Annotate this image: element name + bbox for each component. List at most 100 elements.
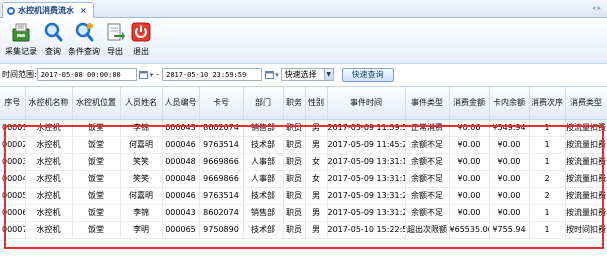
table-cell: 职员 xyxy=(283,204,306,222)
column-header[interactable]: 性别 xyxy=(305,87,328,120)
table-cell: 饭堂 xyxy=(72,136,121,154)
table-cell: 饭堂 xyxy=(72,170,121,188)
table-row[interactable]: 00003 水控机 饭堂 笑笑 000048 9669866 人事部 职员 女 … xyxy=(0,153,607,171)
table-cell: ¥0.00 xyxy=(449,204,490,222)
table-cell: 水控机 xyxy=(25,204,73,222)
table-cell: 女 xyxy=(305,170,328,188)
column-header[interactable]: 水控机名称 xyxy=(25,87,73,120)
table-cell: 人事部 xyxy=(243,153,284,171)
filter-bar: 时间范围: 2017-05-08 00:00:00 ▾ - 2017-05-10… xyxy=(0,66,607,83)
table-cell: 水控机 xyxy=(25,221,73,239)
table-cell: 按流量扣费 xyxy=(565,170,607,188)
tab-icon xyxy=(7,6,15,15)
export-button[interactable]: 导出 xyxy=(104,21,126,61)
records-table: 序号 水控机名称 水控机位置 人员姓名 人员编号 卡号 部门 职务 性别 事件时… xyxy=(0,87,607,239)
range-dash: - xyxy=(156,70,160,79)
table-row[interactable]: 00004 水控机 饭堂 笑笑 000048 9669866 人事部 职员 女 … xyxy=(0,170,607,188)
table-cell: 李明 xyxy=(120,221,163,239)
calendar-icon[interactable] xyxy=(139,69,149,80)
table-row[interactable]: 00001 水控机 饭堂 李锦 000043 8602074 销售部 职员 男 … xyxy=(0,119,607,137)
table-cell: 水控机 xyxy=(25,153,73,171)
table-cell: ¥0.06 xyxy=(449,119,490,137)
table-cell: 00001 xyxy=(0,119,26,137)
table-cell: 职员 xyxy=(283,153,306,171)
table-cell: 按流量扣费 xyxy=(565,136,607,154)
time-range-label: 时间范围: xyxy=(2,70,37,79)
table-cell: 000043 xyxy=(162,204,200,222)
table-cell: 8602074 xyxy=(199,119,244,137)
table-cell: 水控机 xyxy=(25,187,73,205)
table-cell: 技术部 xyxy=(243,136,284,154)
table-cell: ¥0.00 xyxy=(449,187,490,205)
collect-records-button[interactable]: 采集记录 xyxy=(2,21,40,61)
conditional-search-label: 条件查询 xyxy=(68,47,100,56)
column-header[interactable]: 消费次序 xyxy=(529,87,566,120)
exit-button[interactable]: 退出 xyxy=(130,21,152,61)
quick-select-dropdown[interactable]: 快速选择 xyxy=(280,68,325,81)
table-cell: ¥549.94 xyxy=(489,119,530,137)
query-button[interactable]: 查询 xyxy=(42,21,64,61)
table-cell: 饭堂 xyxy=(72,119,121,137)
chevron-down-icon[interactable]: ▾ xyxy=(275,71,279,79)
calendar-icon[interactable] xyxy=(264,69,274,80)
table-cell: 男 xyxy=(305,136,328,154)
collect-records-label: 采集记录 xyxy=(5,47,37,56)
column-header[interactable]: 水控机位置 xyxy=(72,87,121,120)
table-cell: 1 xyxy=(529,119,566,137)
table-cell: 1 xyxy=(529,204,566,222)
column-header[interactable]: 事件类型 xyxy=(405,87,450,120)
table-cell: 2017-05-09 11:45:24 xyxy=(327,136,406,154)
table-cell: 000043 xyxy=(162,119,200,137)
column-header[interactable]: 部门 xyxy=(243,87,284,120)
table-cell: ¥0.00 xyxy=(489,136,530,154)
table-cell: 000048 xyxy=(162,170,200,188)
close-icon[interactable]: × xyxy=(80,6,87,15)
table-cell: 2 xyxy=(529,187,566,205)
start-datetime-input[interactable]: 2017-05-08 00:00:00 xyxy=(36,68,137,81)
table-cell: 余额不足 xyxy=(405,136,450,154)
table-cell: 技术部 xyxy=(243,221,284,239)
table-cell: 何嘉明 xyxy=(120,187,163,205)
column-header[interactable]: 序号 xyxy=(0,87,26,120)
export-label: 导出 xyxy=(107,47,123,56)
table-cell: ¥0.00 xyxy=(489,153,530,171)
table-cell: 000046 xyxy=(162,136,200,154)
query-label: 查询 xyxy=(45,47,61,56)
table-row[interactable]: 00002 水控机 饭堂 何嘉明 000046 9763514 技术部 职员 男… xyxy=(0,136,607,154)
column-header[interactable]: 事件时间 xyxy=(327,87,406,120)
chevron-down-icon[interactable]: ▾ xyxy=(150,71,154,79)
column-header[interactable]: 人员编号 xyxy=(162,87,200,120)
table-cell: 2017-05-09 13:31:14 xyxy=(327,153,406,171)
table-cell: 余额不足 xyxy=(405,204,450,222)
table-cell: ¥0.00 xyxy=(449,153,490,171)
quick-query-button[interactable]: 快速查询 xyxy=(341,67,394,82)
column-header[interactable]: 卡内余额 xyxy=(489,87,530,120)
table-cell: 按时间扣费 xyxy=(565,221,607,239)
column-header[interactable]: 消费类型 xyxy=(565,87,607,120)
table-cell: 00005 xyxy=(0,187,26,205)
column-header[interactable]: 职务 xyxy=(283,87,306,120)
tab-scroll-arrows-icon[interactable]: ◂▸ xyxy=(592,4,603,12)
table-cell: 饭堂 xyxy=(72,187,121,205)
chevron-down-icon[interactable]: ▼ xyxy=(324,68,334,81)
table-cell: 销售部 xyxy=(243,204,284,222)
table-cell: 00006 xyxy=(0,204,26,222)
column-header[interactable]: 消费金额 xyxy=(449,87,490,120)
table-cell: 余额不足 xyxy=(405,153,450,171)
toolbar: 采集记录 查询 条件查询 导出 退出 xyxy=(0,19,607,64)
table-cell: 何嘉明 xyxy=(120,136,163,154)
table-cell: 00004 xyxy=(0,170,26,188)
table-row[interactable]: 00006 水控机 饭堂 李锦 000043 8602074 销售部 职员 男 … xyxy=(0,204,607,222)
conditional-search-button[interactable]: 条件查询 xyxy=(66,21,102,61)
table-row[interactable]: 00007 水控机 饭堂 李明 000065 9750890 技术部 职员 男 … xyxy=(0,221,607,239)
table-cell: 水控机 xyxy=(25,136,73,154)
table-cell: 按流量扣费 xyxy=(565,153,607,171)
table-row[interactable]: 00005 水控机 饭堂 何嘉明 000046 9763514 技术部 职员 男… xyxy=(0,187,607,205)
end-datetime-input[interactable]: 2017-05-10 23:59:59 xyxy=(162,68,263,81)
tab-strip: 水控机消费流水 × ◂▸ xyxy=(0,0,607,18)
table-cell: 9763514 xyxy=(199,136,244,154)
column-header[interactable]: 人员姓名 xyxy=(120,87,163,120)
tab-title: 水控机消费流水 xyxy=(18,6,74,15)
tab-water-controller-records[interactable]: 水控机消费流水 × xyxy=(2,2,94,18)
column-header[interactable]: 卡号 xyxy=(199,87,244,120)
